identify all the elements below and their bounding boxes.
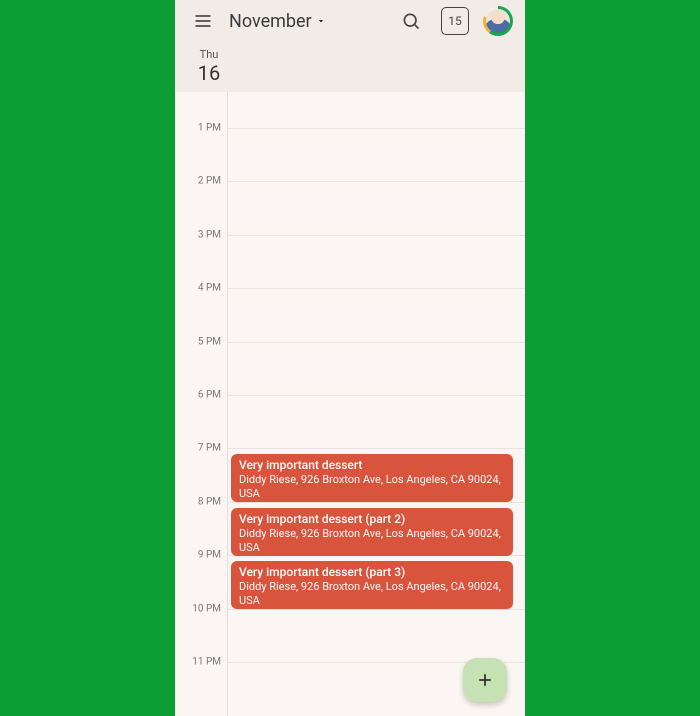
menu-button[interactable]: [185, 3, 221, 39]
event-title: Very important dessert: [239, 458, 505, 473]
calendar-today-icon: 15: [441, 7, 469, 35]
event-location: Diddy Riese, 926 Broxton Ave, Los Angele…: [239, 473, 505, 501]
calendar-day-view: November 15: [175, 0, 525, 716]
search-button[interactable]: [393, 3, 429, 39]
hour-label: 7 PM: [198, 443, 221, 454]
month-label: November: [229, 11, 312, 32]
day-of-month: 16: [189, 61, 229, 85]
hour-line: [227, 181, 525, 182]
hour-line: [227, 288, 525, 289]
calendar-event[interactable]: Very important dessertDiddy Riese, 926 B…: [231, 454, 513, 502]
hour-label: 1 PM: [198, 123, 221, 134]
event-title: Very important dessert (part 2): [239, 512, 505, 527]
hour-label: 8 PM: [198, 496, 221, 507]
hour-label: 2 PM: [198, 176, 221, 187]
search-icon: [401, 11, 421, 31]
hour-label: 6 PM: [198, 390, 221, 401]
hour-label: 4 PM: [198, 283, 221, 294]
hour-label: 3 PM: [198, 229, 221, 240]
day-of-week: Thu: [189, 49, 229, 61]
event-location: Diddy Riese, 926 Broxton Ave, Los Angele…: [239, 527, 505, 555]
today-chip-number: 15: [448, 14, 462, 28]
hour-line: [227, 395, 525, 396]
calendar-event[interactable]: Very important dessert (part 2)Diddy Rie…: [231, 508, 513, 556]
hour-line: [227, 128, 525, 129]
plus-icon: [475, 670, 495, 690]
header: November 15: [175, 0, 525, 92]
hour-label: 10 PM: [192, 603, 221, 614]
account-button[interactable]: [481, 3, 515, 39]
hour-label: 11 PM: [192, 657, 221, 668]
day-header: Thu 16: [175, 42, 525, 92]
event-location: Diddy Riese, 926 Broxton Ave, Los Angele…: [239, 580, 505, 608]
top-bar: November 15: [175, 0, 525, 42]
hour-label: 9 PM: [198, 550, 221, 561]
grid-lines: [227, 92, 525, 716]
day-column-header[interactable]: Thu 16: [189, 49, 229, 85]
event-title: Very important dessert (part 3): [239, 565, 505, 580]
avatar-icon: [483, 6, 513, 36]
hour-line: [227, 342, 525, 343]
calendar-event[interactable]: Very important dessert (part 3)Diddy Rie…: [231, 561, 513, 609]
today-button[interactable]: 15: [437, 3, 473, 39]
hour-label: 5 PM: [198, 336, 221, 347]
create-event-fab[interactable]: [463, 658, 507, 702]
caret-down-icon: [316, 16, 326, 26]
month-picker[interactable]: November: [229, 11, 385, 32]
time-grid[interactable]: 1 PM 2 PM 3 PM 4 PM 5 PM 6 PM 7 PM 8 PM 9 PM 10 P…: [175, 92, 525, 716]
hour-line: [227, 448, 525, 449]
hamburger-icon: [193, 11, 213, 31]
hour-line: [227, 235, 525, 236]
